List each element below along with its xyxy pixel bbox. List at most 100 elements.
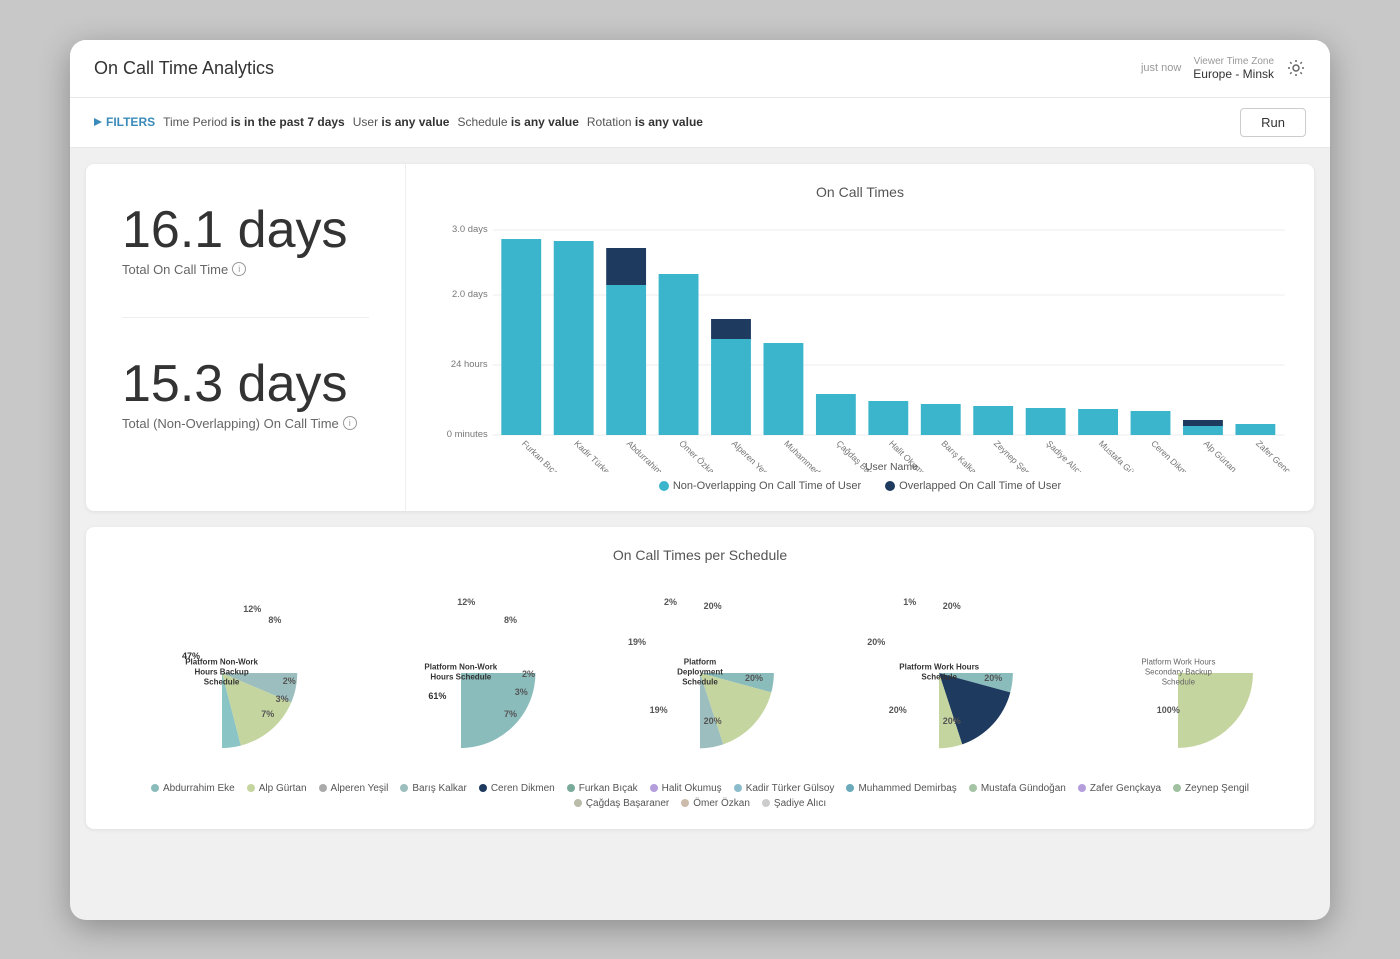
pct-label-4-1: 20% — [943, 601, 961, 611]
chart-legend: Non-Overlapping On Call Time of User Ove… — [430, 480, 1290, 492]
legend-dot-sadiye — [762, 799, 770, 807]
legend-dot-furkan — [567, 784, 575, 792]
svg-text:Abdurrahim Eke: Abdurrahim Eke — [625, 438, 677, 472]
kpi-total-value: 16.1 days — [122, 204, 369, 256]
pct-label-1-2: 12% — [243, 604, 261, 614]
kpi-total-label: Total On Call Time i — [122, 262, 369, 277]
bar-zafer[interactable] — [1235, 424, 1275, 435]
pie-label-4: Platform Work Hours Schedule — [899, 662, 979, 683]
legend-alperen: Alperen Yeşil — [319, 783, 389, 794]
filter-user[interactable]: User is any value — [353, 115, 450, 129]
pct-label-3-1: 20% — [704, 601, 722, 611]
info-icon-nonoverlap[interactable]: i — [343, 416, 357, 430]
svg-text:Furkan Bıçak: Furkan Bıçak — [520, 438, 565, 472]
bar-zeynep[interactable] — [973, 406, 1013, 435]
pct-label-3-2: 20% — [745, 673, 763, 683]
bar-abdurrahim-overlap[interactable] — [606, 248, 646, 285]
dashboard-container: On Call Time Analytics just now Viewer T… — [70, 40, 1330, 920]
pie-svg-container-2: Platform Non-Work Hours Schedule 61% 12%… — [371, 583, 551, 763]
legend-zafer: Zafer Gençkaya — [1078, 783, 1161, 794]
legend-cagdas: Çağdaş Başaraner — [574, 798, 669, 809]
bottom-section: On Call Times per Schedule — [86, 527, 1314, 829]
pie-label-1: Platform Non-Work Hours Backup Schedule — [182, 657, 262, 688]
bar-cagdas[interactable] — [816, 394, 856, 435]
pct-label-5-1: 100% — [1157, 705, 1180, 715]
filter-rotation[interactable]: Rotation is any value — [587, 115, 703, 129]
pct-label-1-4: 2% — [283, 676, 296, 686]
pct-label-3-6: 2% — [664, 597, 677, 607]
filters-label[interactable]: FILTERS — [94, 115, 155, 129]
legend-dot-muhammed — [846, 784, 854, 792]
bar-kadir[interactable] — [554, 241, 594, 435]
bar-furkan[interactable] — [501, 239, 541, 435]
top-section: 16.1 days Total On Call Time i 15.3 days… — [86, 164, 1314, 511]
legend-dot-non-overlap — [659, 481, 669, 491]
legend-dot-abdurrahim — [151, 784, 159, 792]
legend-dot-alperen — [319, 784, 327, 792]
filter-time-period[interactable]: Time Period is in the past 7 days — [163, 115, 345, 129]
pct-label-2-1: 61% — [428, 691, 446, 701]
pct-label-1-3: 8% — [268, 615, 281, 625]
svg-text:Ceren Dikmen: Ceren Dikmen — [1149, 438, 1197, 472]
bar-alperen-overlap[interactable] — [711, 319, 751, 339]
run-button[interactable]: Run — [1240, 108, 1306, 137]
legend-alp: Alp Gürtan — [247, 783, 307, 794]
bar-alperen-non[interactable] — [711, 339, 751, 435]
legend-omer: Ömer Özkan — [681, 798, 750, 809]
pie-chart-1: Platform Non-Work Hours Backup Schedule … — [106, 583, 337, 763]
info-icon-total[interactable]: i — [232, 262, 246, 276]
pct-label-4-2: 20% — [984, 673, 1002, 683]
pct-label-1-1: 47% — [182, 651, 200, 661]
header-right: just now Viewer Time Zone Europe - Minsk — [1141, 56, 1306, 81]
legend-zeynep: Zeynep Şengil — [1173, 783, 1249, 794]
legend-dot-zeynep — [1173, 784, 1181, 792]
pct-label-4-3: 20% — [943, 716, 961, 726]
svg-text:24 hours: 24 hours — [451, 359, 488, 369]
legend-dot-zafer — [1078, 784, 1086, 792]
pie-chart-4: Platform Work Hours Schedule 20% 20% 20%… — [824, 583, 1055, 763]
bar-mustafa[interactable] — [1078, 409, 1118, 435]
svg-text:2.0 days: 2.0 days — [452, 289, 488, 299]
bar-abdurrahim-non[interactable] — [606, 285, 646, 435]
viewer-timezone: Viewer Time Zone Europe - Minsk — [1193, 56, 1274, 81]
pie-chart-3: Platform Deployment Schedule 20% 20% 20%… — [584, 583, 815, 763]
bar-alp-non[interactable] — [1183, 426, 1223, 435]
bar-alp-overlap[interactable] — [1183, 420, 1223, 426]
filter-schedule[interactable]: Schedule is any value — [457, 115, 578, 129]
svg-text:Barış Kalkar: Barış Kalkar — [939, 438, 981, 472]
kpi-non-overlap: 15.3 days Total (Non-Overlapping) On Cal… — [122, 317, 369, 431]
pct-label-3-3: 20% — [704, 716, 722, 726]
pct-label-2-2: 12% — [457, 597, 475, 607]
bar-baris[interactable] — [921, 404, 961, 435]
bar-sadiye[interactable] — [1026, 408, 1066, 435]
bar-omer[interactable] — [659, 274, 699, 435]
svg-text:Alperen Yeşil: Alperen Yeşil — [730, 438, 774, 472]
legend-abdurrahim: Abdurrahim Eke — [151, 783, 235, 794]
legend-dot-ceren — [479, 784, 487, 792]
pie-label-5: Platform Work Hours Secondary Backup Sch… — [1138, 657, 1218, 688]
svg-text:Zeynep Şengil: Zeynep Şengil — [992, 438, 1039, 472]
legend-mustafa: Mustafa Gündoğan — [969, 783, 1066, 794]
x-axis-title: User Name — [865, 462, 918, 472]
settings-icon[interactable] — [1286, 58, 1306, 78]
pct-label-3-4: 19% — [650, 705, 668, 715]
legend-dot-halit — [650, 784, 658, 792]
pie-svg-container-4: Platform Work Hours Schedule 20% 20% 20%… — [849, 583, 1029, 763]
bar-muhammed[interactable] — [764, 343, 804, 435]
pct-label-2-3: 8% — [504, 615, 517, 625]
legend-sadiye: Şadiye Alıcı — [762, 798, 826, 809]
pct-label-1-6: 7% — [261, 709, 274, 719]
pie-svg-container-1: Platform Non-Work Hours Backup Schedule … — [132, 583, 312, 763]
legend-dot-alp — [247, 784, 255, 792]
legend-halit: Halit Okumuş — [650, 783, 722, 794]
svg-text:Şadiye Alıcı: Şadiye Alıcı — [1044, 438, 1084, 472]
legend-non-overlap: Non-Overlapping On Call Time of User — [659, 480, 861, 492]
bar-chart-area: 3.0 days 2.0 days 24 hours 0 minutes — [430, 212, 1290, 472]
pct-label-4-6: 1% — [903, 597, 916, 607]
header: On Call Time Analytics just now Viewer T… — [70, 40, 1330, 98]
page-title: On Call Time Analytics — [94, 58, 274, 79]
bar-halit[interactable] — [868, 401, 908, 435]
bar-ceren[interactable] — [1131, 411, 1171, 435]
legend-dot-mustafa — [969, 784, 977, 792]
svg-text:3.0 days: 3.0 days — [452, 224, 488, 234]
